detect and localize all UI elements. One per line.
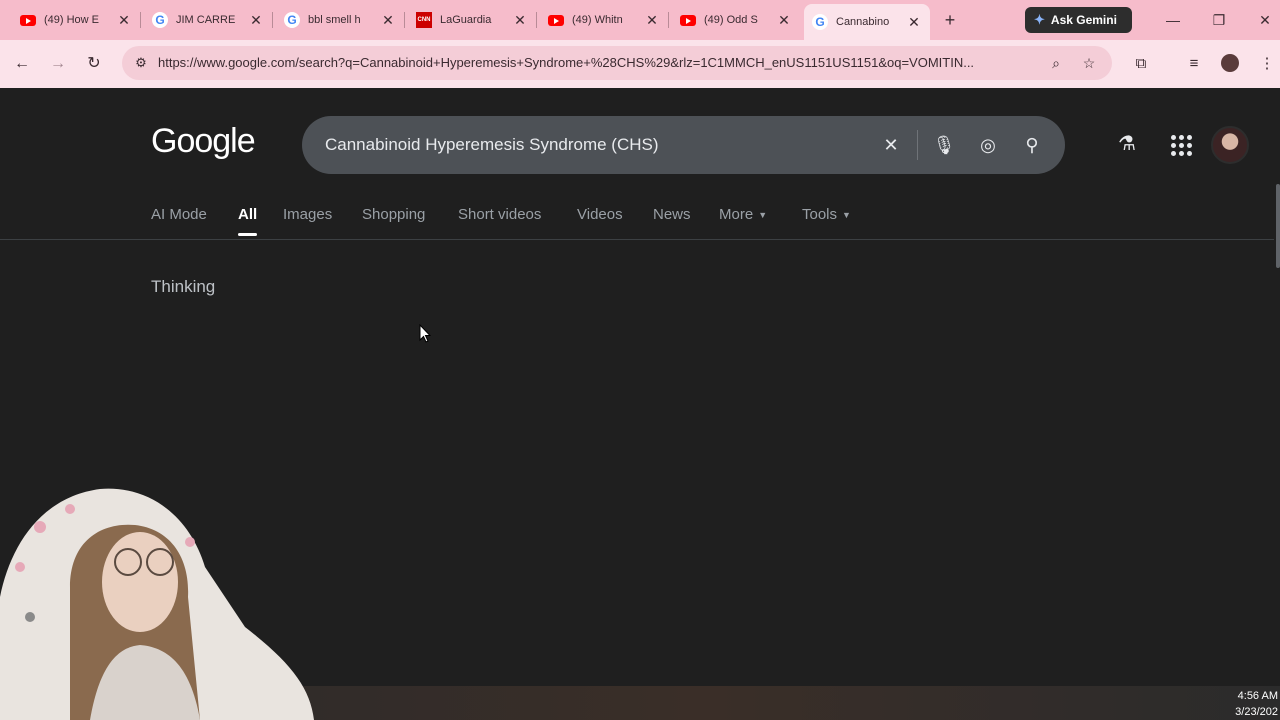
- account-avatar[interactable]: [1211, 126, 1249, 164]
- tab-title: (49) Whitn: [572, 14, 623, 26]
- clock-time: 4:56 AM: [1237, 690, 1278, 702]
- restore-icon[interactable]: ❐: [1209, 10, 1229, 30]
- browser-tab[interactable]: CNN LaGuardia ✕: [408, 6, 537, 34]
- media-control-icon[interactable]: ≡: [1184, 54, 1204, 74]
- tools-label: Tools: [802, 206, 838, 223]
- tab-all[interactable]: All: [238, 206, 258, 236]
- tab-shopping[interactable]: Shopping: [362, 206, 425, 223]
- close-tab-icon[interactable]: ✕: [776, 12, 792, 28]
- lens-camera-icon[interactable]: ◎: [976, 133, 1000, 157]
- tab-title: bbl smell h: [308, 14, 361, 26]
- youtube-icon: [548, 12, 564, 28]
- tab-strip: (49) How E ✕ G JIM CARRE ✕ G bbl smell h…: [0, 0, 1280, 40]
- browser-tab[interactable]: G bbl smell h ✕: [276, 6, 405, 34]
- tab-title: Cannabino: [836, 16, 890, 28]
- browser-tab[interactable]: G JIM CARRE ✕: [144, 6, 273, 34]
- tab-images[interactable]: Images: [283, 206, 332, 223]
- address-bar[interactable]: ⚙ https://www.google.com/search?q=Cannab…: [122, 46, 1112, 80]
- clear-search-icon[interactable]: ✕: [879, 133, 903, 157]
- tab-videos[interactable]: Videos: [577, 206, 623, 223]
- google-icon: G: [284, 12, 300, 28]
- caret-down-icon: ▼: [758, 210, 768, 221]
- close-tab-icon[interactable]: ✕: [512, 12, 528, 28]
- reload-icon[interactable]: ↻: [84, 54, 104, 74]
- search-input[interactable]: Cannabinoid Hyperemesis Syndrome (CHS): [325, 135, 659, 155]
- search-divider: [917, 130, 918, 160]
- browser-toolbar: ← → ↻ ⚙ https://www.google.com/search?q=…: [0, 40, 1280, 88]
- youtube-icon: [20, 12, 36, 28]
- tab-title: JIM CARRE: [176, 14, 236, 26]
- tab-title: (49) Odd S: [704, 14, 758, 26]
- menu-kebab-icon[interactable]: ⋮: [1257, 54, 1277, 74]
- url-text[interactable]: https://www.google.com/search?q=Cannabin…: [158, 55, 1038, 70]
- microphone-icon[interactable]: 🎙: [932, 133, 956, 157]
- close-tab-icon[interactable]: ✕: [906, 14, 922, 30]
- clock-date: 3/23/202: [1235, 706, 1278, 718]
- close-tab-icon[interactable]: ✕: [116, 12, 132, 28]
- site-info-icon[interactable]: ⚙: [132, 54, 150, 72]
- browser-tab[interactable]: (49) Whitn ✕: [540, 6, 669, 34]
- close-tab-icon[interactable]: ✕: [644, 12, 660, 28]
- search-icon[interactable]: ⚲: [1020, 133, 1044, 157]
- tab-short-videos[interactable]: Short videos: [458, 206, 541, 223]
- tab-title: LaGuardia: [440, 14, 492, 26]
- taskbar-clock[interactable]: 4:56 AM 3/23/202: [1235, 688, 1278, 720]
- tab-more[interactable]: More ▼: [719, 206, 767, 223]
- tab-ai-mode[interactable]: AI Mode: [151, 206, 207, 223]
- zoom-icon[interactable]: ⌕: [1047, 54, 1065, 72]
- tab-news[interactable]: News: [653, 206, 691, 223]
- tab-title: (49) How E: [44, 14, 100, 26]
- tab-more-label: More: [719, 206, 754, 223]
- ai-thinking-status: Thinking: [151, 277, 216, 296]
- close-tab-icon[interactable]: ✕: [248, 12, 264, 28]
- youtube-icon: [680, 12, 696, 28]
- back-arrow-icon[interactable]: ←: [12, 54, 32, 74]
- google-logo[interactable]: Google: [151, 122, 256, 161]
- browser-tab-active[interactable]: G Cannabino ✕: [804, 4, 930, 40]
- tools-button[interactable]: Tools ▼: [802, 206, 851, 223]
- search-box[interactable]: Cannabinoid Hyperemesis Syndrome (CHS) ✕…: [302, 116, 1065, 174]
- gemini-sparkle-icon: ✦: [1034, 12, 1045, 27]
- mouse-cursor-icon: [419, 324, 431, 343]
- ask-gemini-button[interactable]: ✦ Ask Gemini: [1025, 7, 1132, 33]
- google-icon: G: [152, 12, 168, 28]
- bookmark-star-icon[interactable]: ☆: [1080, 54, 1098, 72]
- labs-flask-icon[interactable]: ⚗: [1115, 132, 1139, 156]
- browser-tab[interactable]: (49) Odd S ✕: [672, 6, 800, 34]
- page-scrollbar[interactable]: [1276, 184, 1280, 268]
- close-window-icon[interactable]: ✕: [1255, 10, 1275, 30]
- caret-down-icon: ▼: [842, 210, 851, 221]
- search-tabs: AI Mode All Images Shopping Short videos…: [0, 200, 1274, 240]
- browser-tab[interactable]: (49) How E ✕: [12, 6, 141, 34]
- cnn-icon: CNN: [416, 12, 432, 28]
- close-tab-icon[interactable]: ✕: [380, 12, 396, 28]
- google-apps-icon[interactable]: [1169, 133, 1193, 157]
- forward-arrow-icon[interactable]: →: [48, 54, 68, 74]
- minimize-icon[interactable]: —: [1163, 10, 1183, 30]
- webcam-overlay: [0, 488, 314, 720]
- new-tab-button[interactable]: +: [940, 10, 960, 30]
- ask-gemini-label: Ask Gemini: [1050, 13, 1117, 27]
- profile-avatar[interactable]: [1221, 54, 1239, 72]
- extensions-icon[interactable]: ⧉: [1131, 54, 1151, 74]
- google-icon: G: [812, 14, 828, 30]
